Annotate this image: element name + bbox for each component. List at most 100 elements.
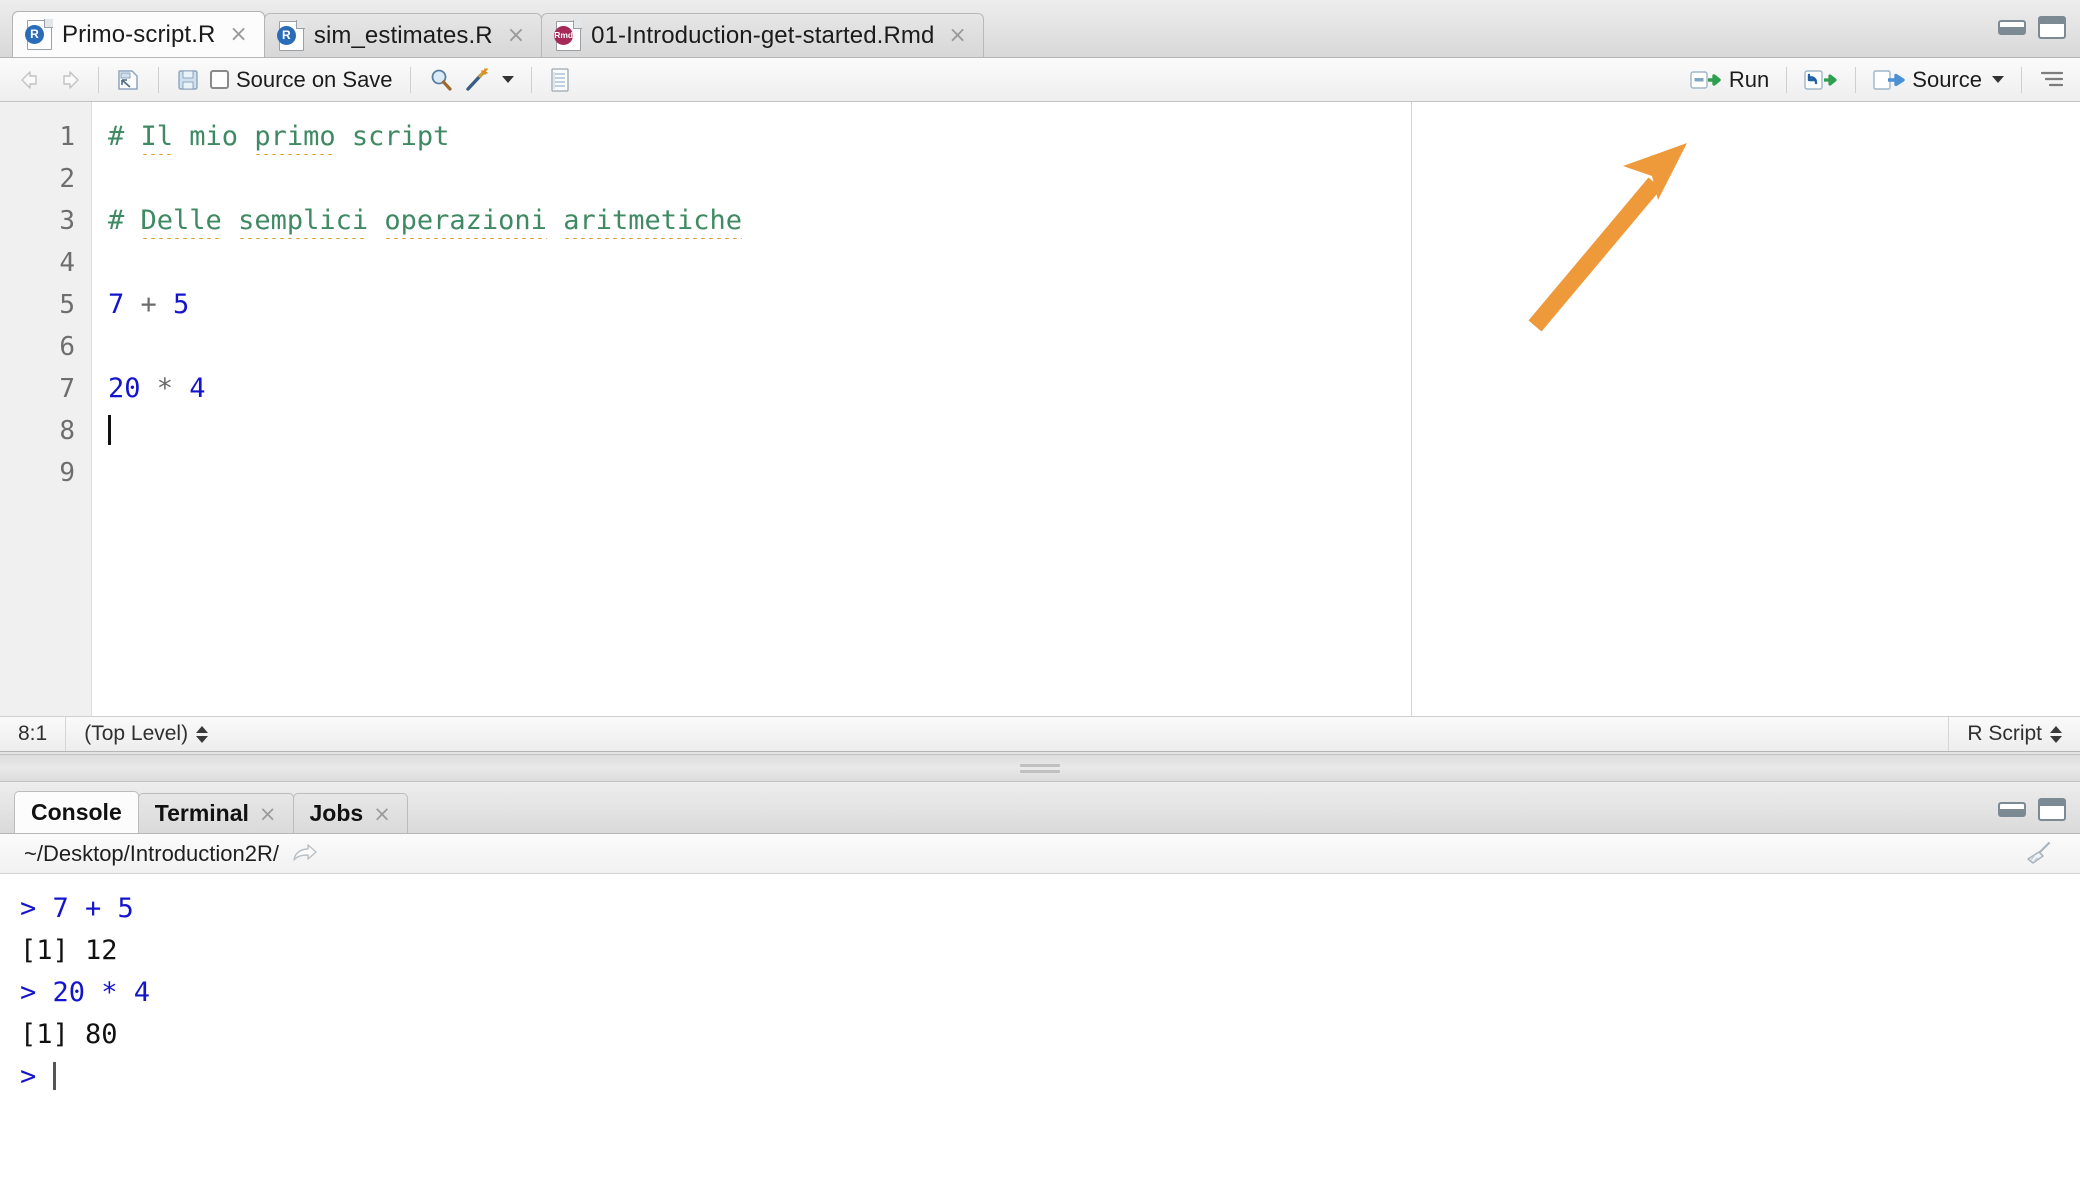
console-result-text: [1] 80 [20,1019,118,1050]
line-number: 3 [59,206,75,236]
open-directory-arrow-icon[interactable] [291,842,319,866]
save-icon[interactable] [171,64,205,96]
compile-report-icon[interactable] [544,64,576,96]
file-type-label: R Script [1967,722,2042,745]
code-scope-selector[interactable]: (Top Level) [66,717,226,751]
close-tab-icon[interactable]: × [259,802,277,826]
rstudio-window: R Primo-script.R × R sim_estimates.R × R… [0,0,2080,1190]
source-on-save-checkbox-box[interactable] [210,70,229,89]
numeric-literal: 5 [173,289,190,320]
console-input-line: > 20 * 4 [20,972,2080,1014]
console-text-cursor [52,1062,56,1090]
console-result-line: [1] 12 [20,930,2080,972]
editor-right-blank-area [1411,102,2080,716]
r-script-icon-badge: R [25,24,44,44]
text-cursor [108,415,111,445]
pane-splitter[interactable] [0,754,2080,782]
console-prompt: > [20,977,53,1008]
back-arrow-icon[interactable] [14,64,50,96]
updown-chevron-icon[interactable] [196,725,209,743]
comment-text: mio [173,121,255,152]
console-tab-label: Jobs [309,800,364,826]
maximize-pane-icon[interactable] [2038,16,2066,39]
r-script-icon: R [276,19,305,51]
run-button-label: Run [1728,66,1770,92]
console-result-text: [1] 12 [20,935,118,966]
editor-tab-label: Primo-script.R [62,20,216,48]
tab-terminal[interactable]: Terminal × [137,793,294,833]
cursor-position: 8:1 [18,722,48,745]
console-working-directory-bar: ~/Desktop/Introduction2R/ [0,834,2080,874]
code-line: # Delle semplici operazioni aritmetiche [92,200,1411,242]
numeric-literal: 7 [108,289,125,320]
close-tab-icon[interactable]: × [225,23,247,46]
comment-text: script [335,121,450,152]
code-scope-label: (Top Level) [84,722,189,745]
editor-tab-primo-script[interactable]: R Primo-script.R × [12,11,265,57]
comment-word-misspelled: Delle [140,205,222,242]
code-line [92,410,1411,452]
comment-word-misspelled: operazioni [384,205,547,242]
forward-arrow-icon[interactable] [50,64,86,96]
document-outline-icon[interactable] [2034,64,2070,96]
updown-chevron-icon[interactable] [2050,725,2062,743]
clear-console-broom-icon[interactable] [2024,840,2054,868]
line-number: 4 [59,248,75,278]
line-number: 2 [59,164,75,194]
comment-text: # [108,205,141,236]
minimize-pane-icon[interactable] [1998,802,2026,817]
rerun-previous-icon[interactable] [1799,64,1843,96]
editor-tab-introduction-rmd[interactable]: Rmd 01-Introduction-get-started.Rmd × [541,13,984,57]
numeric-literal: 4 [189,373,206,404]
r-script-icon-badge: R [276,25,296,45]
editor-tab-sim-estimates[interactable]: R sim_estimates.R × [263,13,543,57]
find-replace-icon[interactable] [423,64,459,96]
source-button[interactable]: Source [1868,64,2009,96]
source-on-save-label: Source on Save [236,66,393,92]
numeric-literal: 20 [108,373,141,404]
line-number-gutter: 1 2 3 4 5 6 7 8 9 [0,102,92,716]
comment-word-misspelled: semplici [238,205,369,242]
close-tab-icon[interactable]: × [373,802,391,826]
operator: * [140,373,190,404]
tab-jobs[interactable]: Jobs × [292,793,408,833]
editor-status-bar: 8:1 (Top Level) R Script [0,716,2080,752]
close-tab-icon[interactable]: × [944,24,966,47]
working-directory-path[interactable]: ~/Desktop/Introduction2R/ [24,841,279,867]
code-line: 7 + 5 [92,284,1411,326]
line-number: 1 [59,122,75,152]
line-number: 8 [59,416,75,446]
console-input-line: > [20,1056,2080,1098]
comment-word-misspelled: Il [140,121,174,158]
console-tab-list: Console Terminal × Jobs × [14,791,408,833]
code-tools-wand-icon[interactable] [459,64,519,96]
line-number: 5 [59,290,75,320]
comment-text [222,205,238,236]
source-on-save-checkbox[interactable]: Source on Save [205,64,398,96]
file-type-selector[interactable]: R Script [1949,717,2080,751]
line-number: 9 [59,458,75,488]
show-in-new-window-icon[interactable] [111,64,146,96]
code-line: # Il mio primo script [92,116,1411,158]
comment-text [547,205,563,236]
editor-tab-label: 01-Introduction-get-started.Rmd [591,21,935,49]
operator: + [124,289,174,320]
run-button[interactable]: Run [1685,64,1774,96]
minimize-pane-icon[interactable] [1998,20,2026,35]
console-prompt: > [20,893,53,924]
code-text-area[interactable]: # Il mio primo script # Delle semplici o… [92,102,1412,716]
console-output[interactable]: > 7 + 5 [1] 12 > 20 * 4 [1] 80 > [0,874,2080,1190]
chevron-down-icon[interactable] [1992,76,2004,83]
close-tab-icon[interactable]: × [503,24,525,47]
console-tab-label: Console [31,799,122,825]
console-result-line: [1] 80 [20,1014,2080,1056]
splitter-grip[interactable] [1020,764,1060,776]
maximize-pane-icon[interactable] [2038,798,2066,821]
editor-tabstrip: R Primo-script.R × R sim_estimates.R × R… [0,0,2080,58]
console-command-text: 7 + 5 [52,893,134,924]
tab-console[interactable]: Console [14,791,139,833]
chevron-down-icon[interactable] [501,76,514,83]
